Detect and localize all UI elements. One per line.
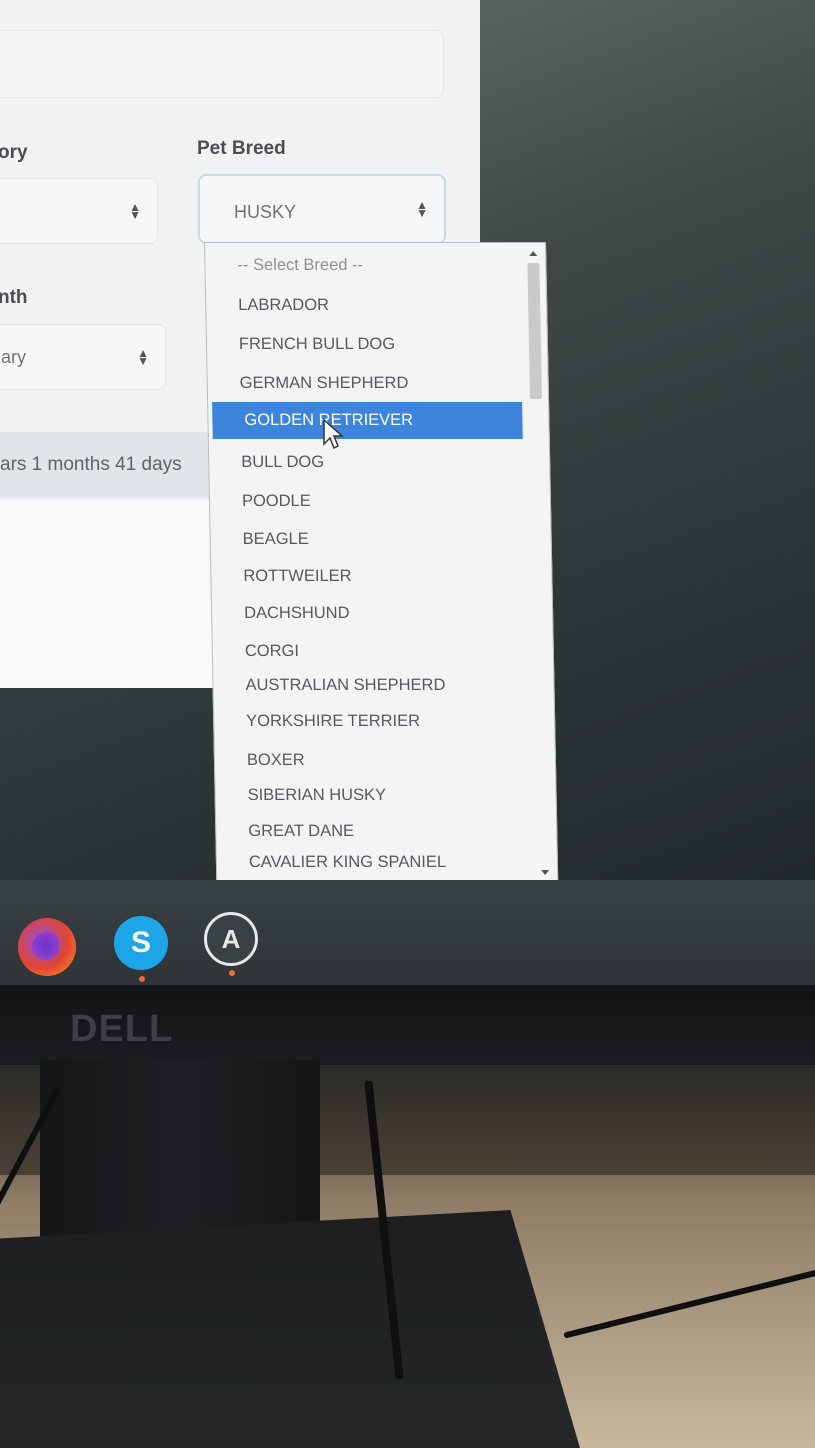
dropdown-option[interactable]: CAVALIER KING SPANIEL	[217, 844, 532, 880]
category-label: ory	[0, 142, 28, 163]
skype-glyph: S	[130, 926, 151, 959]
dropdown-option-highlighted[interactable]: GOLDEN RETRIEVER	[212, 402, 523, 439]
select-arrows-icon: ▲ ▼	[129, 200, 141, 222]
select-arrows-icon: ▲ ▼	[416, 198, 428, 220]
dropdown-option[interactable]: BEAGLE	[210, 521, 525, 557]
age-display: ars 1 months 41 days	[0, 432, 214, 498]
category-select[interactable]: ▲ ▼	[0, 178, 158, 244]
select-arrows-icon: ▲ ▼	[137, 346, 149, 368]
text-input-field[interactable]	[0, 30, 444, 98]
dropdown-option[interactable]: AUSTRALIAN SHEPHERD	[213, 667, 528, 703]
pet-breed-value: HUSKY	[234, 202, 297, 222]
monitor-stand-base	[0, 1210, 580, 1448]
app-a-glyph: A	[221, 923, 241, 954]
dropdown-option-placeholder[interactable]: -- Select Breed --	[205, 247, 520, 283]
dropdown-option[interactable]: ROTTWEILER	[211, 558, 526, 594]
monitor-brand-logo: DELL	[70, 1008, 174, 1050]
dropdown-option[interactable]: SIBERIAN HUSKY	[215, 777, 530, 813]
breed-dropdown-list[interactable]: -- Select Breed -- LABRADOR FRENCH BULL …	[204, 242, 559, 882]
dropdown-option[interactable]: BULL DOG	[209, 444, 524, 480]
dropdown-option[interactable]: BOXER	[215, 742, 530, 778]
skype-icon[interactable]: S	[114, 916, 168, 970]
month-value: ary	[1, 347, 27, 367]
form-footer-area	[0, 500, 225, 688]
firefox-icon[interactable]	[18, 918, 76, 976]
scroll-up-icon[interactable]	[529, 251, 538, 256]
month-label: nth	[0, 287, 28, 308]
pet-breed-select[interactable]: HUSKY ▲ ▼	[198, 174, 446, 244]
month-select[interactable]: ary ▲ ▼	[0, 324, 166, 390]
dropdown-option[interactable]: YORKSHIRE TERRIER	[214, 703, 529, 739]
dropdown-option[interactable]: FRENCH BULL DOG	[207, 326, 522, 362]
running-indicator	[139, 976, 145, 982]
mouse-cursor-icon	[323, 418, 344, 450]
dropdown-option[interactable]: CORGI	[213, 633, 528, 669]
running-indicator	[229, 970, 235, 976]
app-a-icon[interactable]: A	[204, 912, 258, 966]
scroll-down-icon[interactable]	[541, 870, 550, 875]
dropdown-scrollbar-thumb[interactable]	[527, 263, 543, 399]
dropdown-option[interactable]: POODLE	[210, 483, 525, 519]
dropdown-option[interactable]: LABRADOR	[206, 287, 521, 323]
age-text: ars 1 months 41 days	[0, 454, 182, 475]
dropdown-option[interactable]: GERMAN SHEPHERD	[207, 365, 522, 401]
pet-breed-label: Pet Breed	[197, 138, 286, 159]
dropdown-option[interactable]: DACHSHUND	[212, 595, 527, 631]
